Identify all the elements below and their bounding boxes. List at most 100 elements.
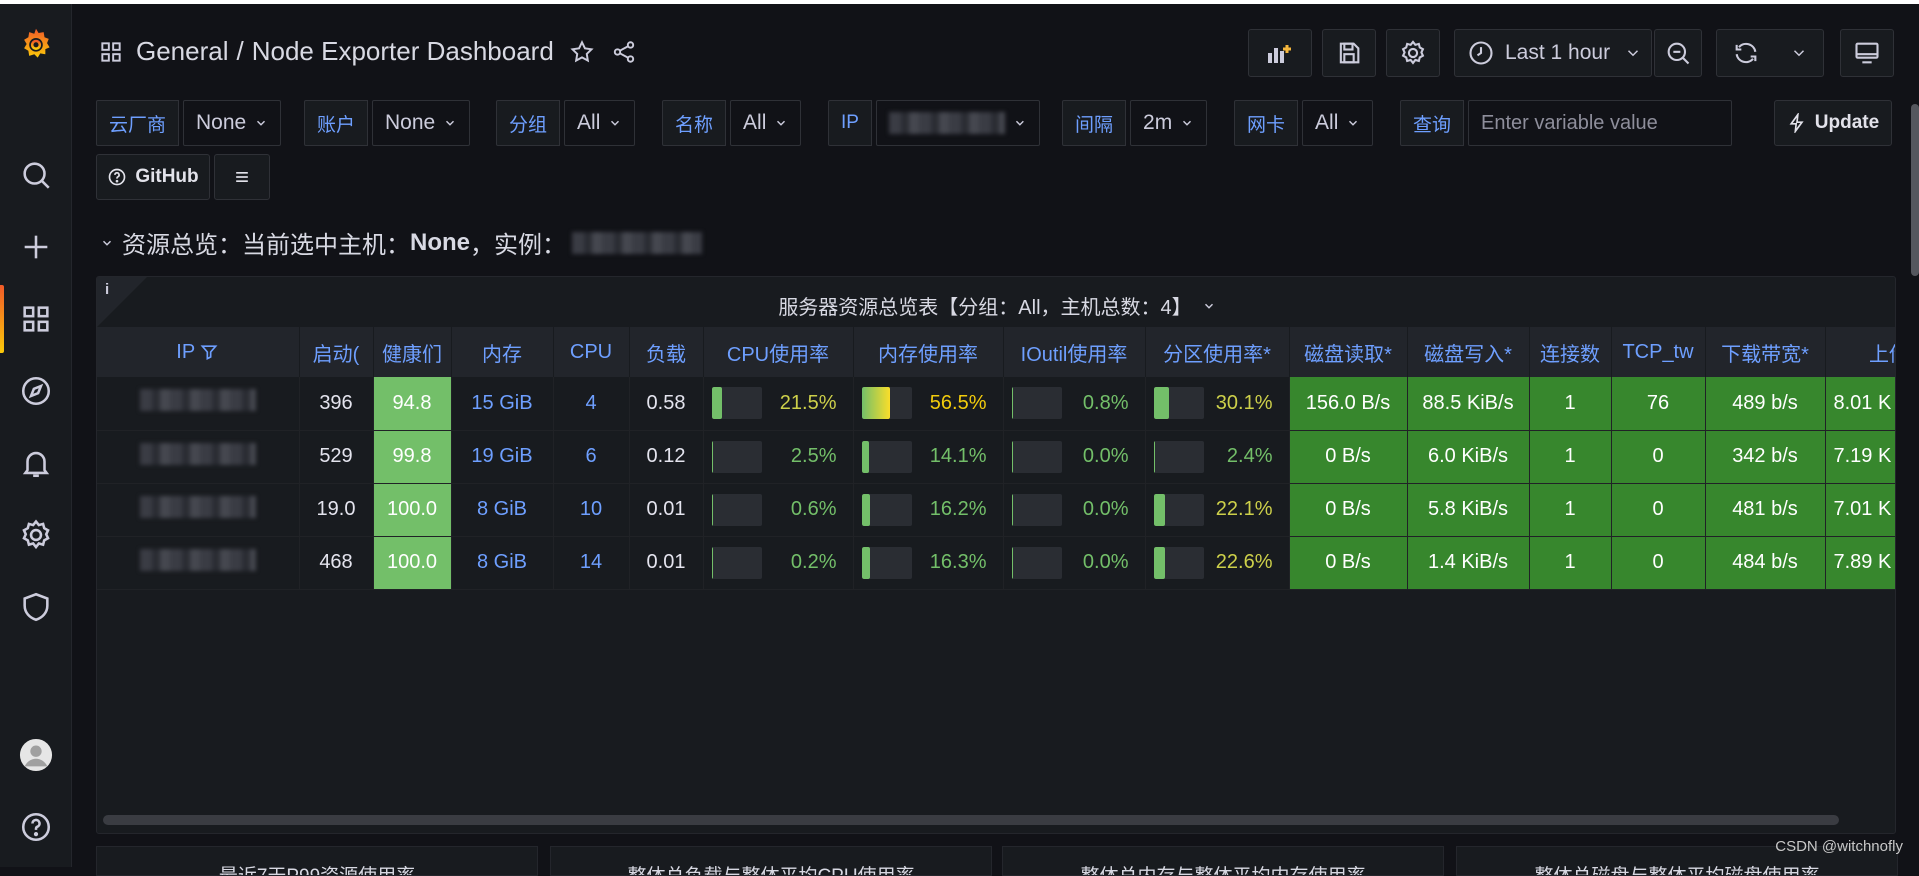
cell-ip[interactable] bbox=[97, 430, 300, 484]
cell-upload: 7.89 K bbox=[1825, 536, 1895, 590]
help-circle-icon bbox=[108, 168, 126, 186]
gauge-fill bbox=[711, 387, 723, 420]
cell-ip[interactable] bbox=[97, 536, 300, 590]
column-header[interactable]: CPU bbox=[553, 327, 630, 377]
cell-memory[interactable]: 15 GiB bbox=[451, 377, 554, 431]
star-button[interactable] bbox=[568, 38, 596, 66]
sidebar-item-profile[interactable] bbox=[0, 727, 72, 783]
cell-cpu[interactable]: 10 bbox=[553, 483, 630, 537]
column-header[interactable]: 分区使用率* bbox=[1145, 327, 1290, 377]
bottom-panel-1[interactable]: 最近7天P99资源使用率 bbox=[96, 846, 538, 876]
column-header[interactable]: 负载 bbox=[629, 327, 704, 377]
table-row[interactable]: 19.0 100.0 8 GiB 10 0.01 0.6% 16.2% 0.0% 22.1% 0 … bbox=[97, 483, 1895, 537]
column-header[interactable]: TCP_tw bbox=[1611, 327, 1706, 377]
cell-tcp-tw: 0 bbox=[1611, 430, 1706, 484]
variable-query-input[interactable] bbox=[1468, 100, 1733, 146]
cell-tcp-tw: 0 bbox=[1611, 483, 1706, 537]
star-icon bbox=[570, 39, 594, 62]
gauge-bar bbox=[861, 387, 912, 420]
cell-connections: 1 bbox=[1529, 536, 1612, 590]
sidebar-item-create[interactable] bbox=[0, 219, 72, 275]
redacted-ip bbox=[888, 112, 1006, 134]
cell-connections: 1 bbox=[1529, 430, 1612, 484]
cell-tcp-tw: 0 bbox=[1611, 536, 1706, 590]
chevron-down-icon bbox=[1628, 50, 1639, 57]
panel-title[interactable]: 服务器资源总览表【分组：All，主机总数：4】 bbox=[97, 291, 1895, 320]
variable-select-nic[interactable]: All bbox=[1302, 100, 1374, 146]
cell-download: 342 b/s bbox=[1705, 430, 1826, 484]
cell-cpu[interactable]: 14 bbox=[553, 536, 630, 590]
variable-select-group[interactable]: All bbox=[564, 100, 636, 146]
page-title[interactable]: Node Exporter Dashboard bbox=[252, 36, 554, 67]
column-header[interactable]: 健康们 bbox=[373, 327, 452, 377]
cell-cpu[interactable]: 4 bbox=[553, 377, 630, 431]
github-link-button[interactable]: GitHub bbox=[96, 154, 210, 200]
breadcrumb-folder[interactable]: General bbox=[136, 36, 229, 67]
table-row[interactable]: 396 94.8 15 GiB 4 0.58 21.5% 56.5% 0.8% 30.1% 156… bbox=[97, 377, 1895, 431]
bottom-panel-title: 整体总磁盘与整体平均磁盘使用率 bbox=[1534, 866, 1819, 875]
cell-cpu[interactable]: 6 bbox=[553, 430, 630, 484]
cell-memory[interactable]: 8 GiB bbox=[451, 536, 554, 590]
bottom-panel-2[interactable]: 整体总负载与整体平均CPU使用率 bbox=[550, 846, 992, 876]
shield-icon bbox=[23, 592, 49, 622]
cell-disk-read: 0 B/s bbox=[1289, 536, 1408, 590]
gauge-bar bbox=[711, 440, 762, 473]
bottom-panel-3[interactable]: 整体总内存与整体平均内存使用率 bbox=[1002, 846, 1444, 876]
grafana-logo-icon bbox=[24, 28, 50, 58]
cell-ip[interactable] bbox=[97, 483, 300, 537]
column-header[interactable]: 连接数 bbox=[1529, 327, 1612, 377]
table-row[interactable]: 468 100.0 8 GiB 14 0.01 0.2% 16.3% 0.0% 22.6% 0 B… bbox=[97, 536, 1895, 590]
vertical-scrollbar[interactable] bbox=[1911, 104, 1919, 276]
dashboard-links-menu-button[interactable] bbox=[214, 154, 270, 200]
column-header[interactable]: 磁盘读取* bbox=[1289, 327, 1408, 377]
column-header[interactable]: IOutil使用率 bbox=[1003, 327, 1146, 377]
column-header-ip[interactable]: IP bbox=[97, 327, 300, 377]
gauge-bar bbox=[1011, 387, 1062, 420]
filter-icon[interactable] bbox=[199, 342, 219, 362]
gauge-fill bbox=[861, 546, 870, 579]
zoom-out-button[interactable] bbox=[1654, 29, 1702, 77]
sidebar-item-configuration[interactable] bbox=[0, 507, 72, 563]
sidebar-item-explore[interactable] bbox=[0, 363, 72, 419]
sidebar-item-search[interactable] bbox=[0, 147, 72, 203]
column-header[interactable]: 磁盘写入* bbox=[1407, 327, 1530, 377]
cell-partition-usage: 22.6% bbox=[1145, 536, 1290, 590]
cell-partition-usage: 30.1% bbox=[1145, 377, 1290, 431]
time-range-picker[interactable]: Last 1 hour bbox=[1454, 29, 1652, 77]
column-header[interactable]: CPU使用率 bbox=[703, 327, 854, 377]
variable-select-account[interactable]: None bbox=[372, 100, 471, 146]
sidebar-item-help[interactable] bbox=[0, 799, 72, 855]
sidebar-item-server-admin[interactable] bbox=[0, 579, 72, 635]
cell-health: 100.0 bbox=[373, 536, 452, 590]
refresh-button[interactable] bbox=[1716, 29, 1824, 77]
grafana-logo[interactable] bbox=[0, 16, 72, 72]
cell-memory[interactable]: 19 GiB bbox=[451, 430, 554, 484]
cycle-view-mode-button[interactable] bbox=[1840, 29, 1894, 77]
cell-memory[interactable]: 8 GiB bbox=[451, 483, 554, 537]
variable-select-cloud[interactable]: None bbox=[183, 100, 282, 146]
variable-select-interval[interactable]: 2m bbox=[1130, 100, 1208, 146]
variable-select-ip[interactable] bbox=[875, 100, 1040, 146]
gauge-value: 0.6% bbox=[790, 498, 837, 520]
horizontal-scrollbar[interactable] bbox=[103, 815, 1839, 825]
update-button[interactable]: Update bbox=[1774, 100, 1892, 146]
column-header[interactable]: 内存 bbox=[451, 327, 554, 377]
bottom-panel-title: 整体总负载与整体平均CPU使用率 bbox=[627, 866, 914, 875]
column-header[interactable]: 上传带 bbox=[1825, 327, 1895, 377]
sidebar-item-alerting[interactable] bbox=[0, 435, 72, 491]
hamburger-icon bbox=[236, 172, 248, 182]
plus-icon bbox=[24, 235, 48, 259]
column-header[interactable]: 启动( bbox=[299, 327, 374, 377]
add-panel-button[interactable] bbox=[1248, 29, 1312, 77]
column-header[interactable]: 内存使用率 bbox=[853, 327, 1004, 377]
cell-connections: 1 bbox=[1529, 377, 1612, 431]
variable-select-name[interactable]: All bbox=[730, 100, 802, 146]
row-header-resource-overview[interactable]: 资源总览：当前选中主机： None ，实例： bbox=[100, 225, 702, 260]
table-row[interactable]: 529 99.8 19 GiB 6 0.12 2.5% 14.1% 0.0% 2.4% 0 B/s… bbox=[97, 430, 1895, 484]
dashboard-settings-button[interactable] bbox=[1386, 29, 1440, 77]
column-header[interactable]: 下载带宽* bbox=[1705, 327, 1826, 377]
sidebar-item-dashboards[interactable] bbox=[0, 291, 72, 347]
share-button[interactable] bbox=[610, 38, 638, 66]
cell-ip[interactable] bbox=[97, 377, 300, 431]
save-dashboard-button[interactable] bbox=[1322, 29, 1376, 77]
